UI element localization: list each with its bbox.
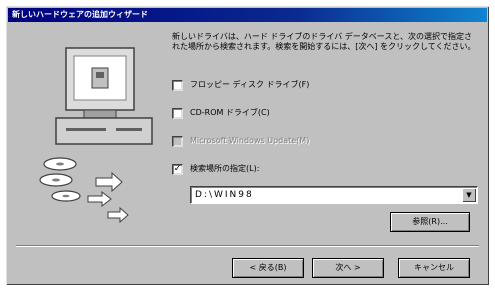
check-icon: ✓ xyxy=(173,163,182,174)
wizard-illustration xyxy=(20,32,160,232)
back-button[interactable]: < 戻る(B) xyxy=(232,258,304,278)
windows-update-checkbox xyxy=(172,135,183,147)
floppy-option[interactable]: フロッピー ディスク ドライブ(F) xyxy=(172,78,309,92)
location-path-combobox[interactable]: D:\WIN98 ▼ xyxy=(190,186,478,204)
browse-button[interactable]: 参照(R)... xyxy=(390,212,470,232)
next-button[interactable]: 次へ > xyxy=(312,258,384,278)
cancel-button[interactable]: キャンセル xyxy=(398,258,470,278)
wizard-window: 新しいハードウェアの追加ウィザード 新しいドライバは、ハード ドライブのドライバ… xyxy=(6,6,489,285)
floppy-checkbox[interactable] xyxy=(172,79,183,91)
separator-line xyxy=(16,245,479,247)
windows-update-option: Microsoft Windows Update(M) xyxy=(172,134,309,148)
wizard-description: 新しいドライバは、ハード ドライブのドライバ データベースと、次の選択で指定され… xyxy=(172,32,476,51)
window-title: 新しいハードウェアの追加ウィザード xyxy=(12,10,148,19)
dropdown-arrow-icon[interactable]: ▼ xyxy=(462,188,476,202)
location-checkbox[interactable]: ✓ xyxy=(172,163,183,175)
location-option[interactable]: ✓ 検索場所の指定(L): xyxy=(172,162,259,176)
cdrom-checkbox[interactable] xyxy=(172,107,183,119)
title-bar: 新しいハードウェアの追加ウィザード xyxy=(8,8,487,22)
cdrom-label: CD-ROM ドライブ(C) xyxy=(190,108,270,117)
cdrom-option[interactable]: CD-ROM ドライブ(C) xyxy=(172,106,270,120)
floppy-label: フロッピー ディスク ドライブ(F) xyxy=(190,80,310,89)
windows-update-label: Microsoft Windows Update(M) xyxy=(190,136,310,145)
location-label: 検索場所の指定(L): xyxy=(190,164,260,173)
location-path-value: D:\WIN98 xyxy=(195,190,254,200)
